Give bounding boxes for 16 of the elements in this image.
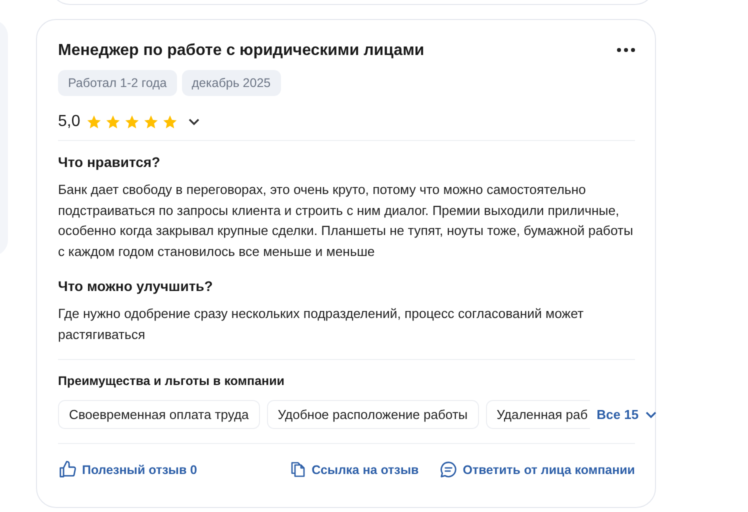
- rating-value: 5,0: [58, 113, 80, 131]
- helpful-button[interactable]: Полезный отзыв 0: [58, 460, 198, 479]
- tag: Работал 1-2 года: [58, 70, 177, 96]
- section-heading: Что можно улучшить?: [58, 278, 214, 294]
- benefit-tag: Своевременная оплата труда: [58, 400, 260, 429]
- benefits-heading: Преимущества и льготы в компании: [58, 374, 286, 388]
- show-all-button[interactable]: Все 15: [596, 407, 657, 422]
- review-text: Где нужно одобрение сразу нескольких подразделений, процесс согласований может растягиваться: [58, 305, 585, 344]
- benefit-tag: Удобное расположение работы: [266, 400, 479, 429]
- benefit-tag: Удаленная раб: [486, 400, 590, 429]
- copy-link-button[interactable]: Ссылка на отзыв: [288, 460, 419, 479]
- review-title: Менеджер по работе с юридическими лицами: [58, 41, 424, 60]
- review-text: Банк дает свободу в переговорах, это очень круто, потому что можно самостоятельно подстраиваться по запросы клиента и строить с ним диалог. Премии выходили приличные, особенно когда закрывал крупные сделки. Планшеты не тупят, ноуты тоже, бумажной работы с каждом годом становилось все меньше и меньше: [58, 181, 634, 261]
- tag: декабрь 2025: [182, 70, 281, 96]
- reply-button[interactable]: Ответить от лица компании: [438, 460, 635, 479]
- section-heading: Что нравится?: [58, 154, 162, 170]
